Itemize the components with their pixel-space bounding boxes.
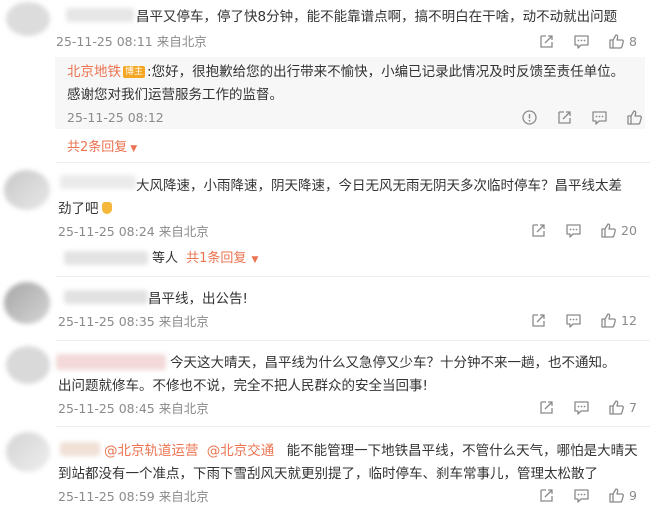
avatar[interactable]: [6, 432, 50, 472]
share-icon[interactable]: [538, 33, 555, 50]
author-badge: 博主: [123, 66, 146, 78]
report-icon[interactable]: [521, 109, 538, 126]
like-count: 9: [629, 488, 637, 503]
expand-replies-link[interactable]: 共1条回复 ▼: [186, 251, 258, 266]
username-blurred[interactable]: [66, 8, 134, 22]
mention-link[interactable]: @北京交通: [207, 443, 275, 459]
thumb-emoji-icon: [101, 202, 112, 214]
username-blurred[interactable]: [64, 290, 148, 304]
like-icon: [601, 313, 616, 328]
expand-replies-label: 共2条回复: [67, 140, 128, 155]
comment-actions: 8: [538, 33, 637, 50]
comment-text: @北京轨道运营 @北京交通 能不能管理一下地铁昌平线，不管什么天气，哪怕是大晴天: [104, 443, 638, 459]
comment-icon[interactable]: [573, 33, 590, 50]
comment-text: 昌平线，出公告!: [148, 291, 248, 307]
comment-meta: 25-11-25 08:59 来自北京: [58, 489, 209, 504]
comment-icon[interactable]: [573, 487, 590, 504]
expand-replies-link[interactable]: 共2条回复 ▼: [67, 139, 137, 158]
comment-icon[interactable]: [565, 222, 582, 239]
like-icon: [601, 223, 616, 238]
chevron-down-icon: ▼: [251, 255, 259, 265]
like-button[interactable]: 7: [608, 399, 637, 416]
share-icon[interactable]: [530, 222, 547, 239]
like-button[interactable]: 12: [600, 312, 637, 329]
comment-text-line2: 出问题就修车。不修也不说，完全不把人民群众的安全当回事!: [58, 378, 428, 394]
divider: [56, 276, 650, 277]
comment-text: 今天这大晴天，昌平线为什么又急停又少车？十分钟不来一趟，也不通知。: [170, 355, 616, 371]
like-button[interactable]: 9: [608, 487, 637, 504]
comment-actions: 12: [530, 312, 637, 329]
share-icon[interactable]: [530, 312, 547, 329]
comment-text-line2: 到站都没有一个准点，下雨下雪刮风天就更别提了，临时停车、刹车常事儿，管理太松散了: [58, 466, 598, 482]
mention-link[interactable]: @北京轨道运营: [104, 443, 199, 459]
like-count: 8: [629, 34, 637, 49]
comment-text-line2: 劲了吧: [58, 200, 112, 218]
reply-actions: [521, 109, 643, 126]
comment-actions: 20: [530, 222, 637, 239]
comment-meta: 25-11-25 08:45 来自北京: [58, 401, 209, 416]
like-icon[interactable]: [626, 109, 643, 126]
share-icon[interactable]: [538, 487, 555, 504]
comment-text: 昌平又停车，停了快8分钟，能不能靠谱点啊，搞不明白在干啥，动不动就出问题: [136, 9, 618, 25]
comment-meta: 25-11-25 08:35 来自北京: [58, 314, 209, 329]
username-blurred[interactable]: [56, 354, 166, 370]
like-button[interactable]: 20: [600, 222, 637, 239]
comment-text: 大风降速，小雨降速，阴天降速，今日无风无雨无阴天多次临时停车？昌平线太差: [136, 178, 622, 194]
avatar[interactable]: [4, 170, 50, 210]
username-blurred[interactable]: [60, 442, 100, 456]
comment-actions: 9: [538, 487, 637, 504]
avatar[interactable]: [6, 346, 50, 384]
like-count: 12: [621, 313, 637, 328]
share-icon[interactable]: [556, 109, 573, 126]
avatar[interactable]: [6, 2, 50, 36]
like-button[interactable]: 8: [608, 33, 637, 50]
share-icon[interactable]: [538, 399, 555, 416]
chevron-down-icon: ▼: [130, 144, 138, 154]
reply-author[interactable]: 北京地铁: [67, 64, 121, 80]
comment-icon[interactable]: [591, 109, 608, 126]
like-icon: [609, 400, 624, 415]
reply-text-line2: 感谢您对我们运营服务工作的监督。: [67, 87, 283, 103]
divider: [56, 340, 650, 341]
divider: [56, 162, 650, 163]
comment-icon[interactable]: [573, 399, 590, 416]
reply-summary: 等人 共1条回复 ▼: [152, 251, 259, 266]
like-icon: [609, 34, 624, 49]
username-blurred[interactable]: [60, 175, 136, 189]
reply-text: :您好，很抱歉给您的出行带来不愉快，小编已记录此情况及时反馈至责任单位。: [147, 64, 625, 80]
divider: [56, 426, 650, 427]
reply-users-blurred: [64, 251, 148, 265]
like-icon: [609, 488, 624, 503]
comment-actions: 7: [538, 399, 637, 416]
reply-text-line1: 北京地铁 博主:您好，很抱歉给您的出行带来不愉快，小编已记录此情况及时反馈至责任单…: [67, 63, 624, 81]
avatar[interactable]: [4, 282, 50, 324]
reply-meta: 25-11-25 08:12: [67, 110, 164, 125]
comment-meta: 25-11-25 08:11 来自北京: [56, 34, 207, 49]
like-count: 20: [621, 223, 637, 238]
like-count: 7: [629, 400, 637, 415]
comment-icon[interactable]: [565, 312, 582, 329]
comment-meta: 25-11-25 08:24 来自北京: [58, 224, 209, 239]
